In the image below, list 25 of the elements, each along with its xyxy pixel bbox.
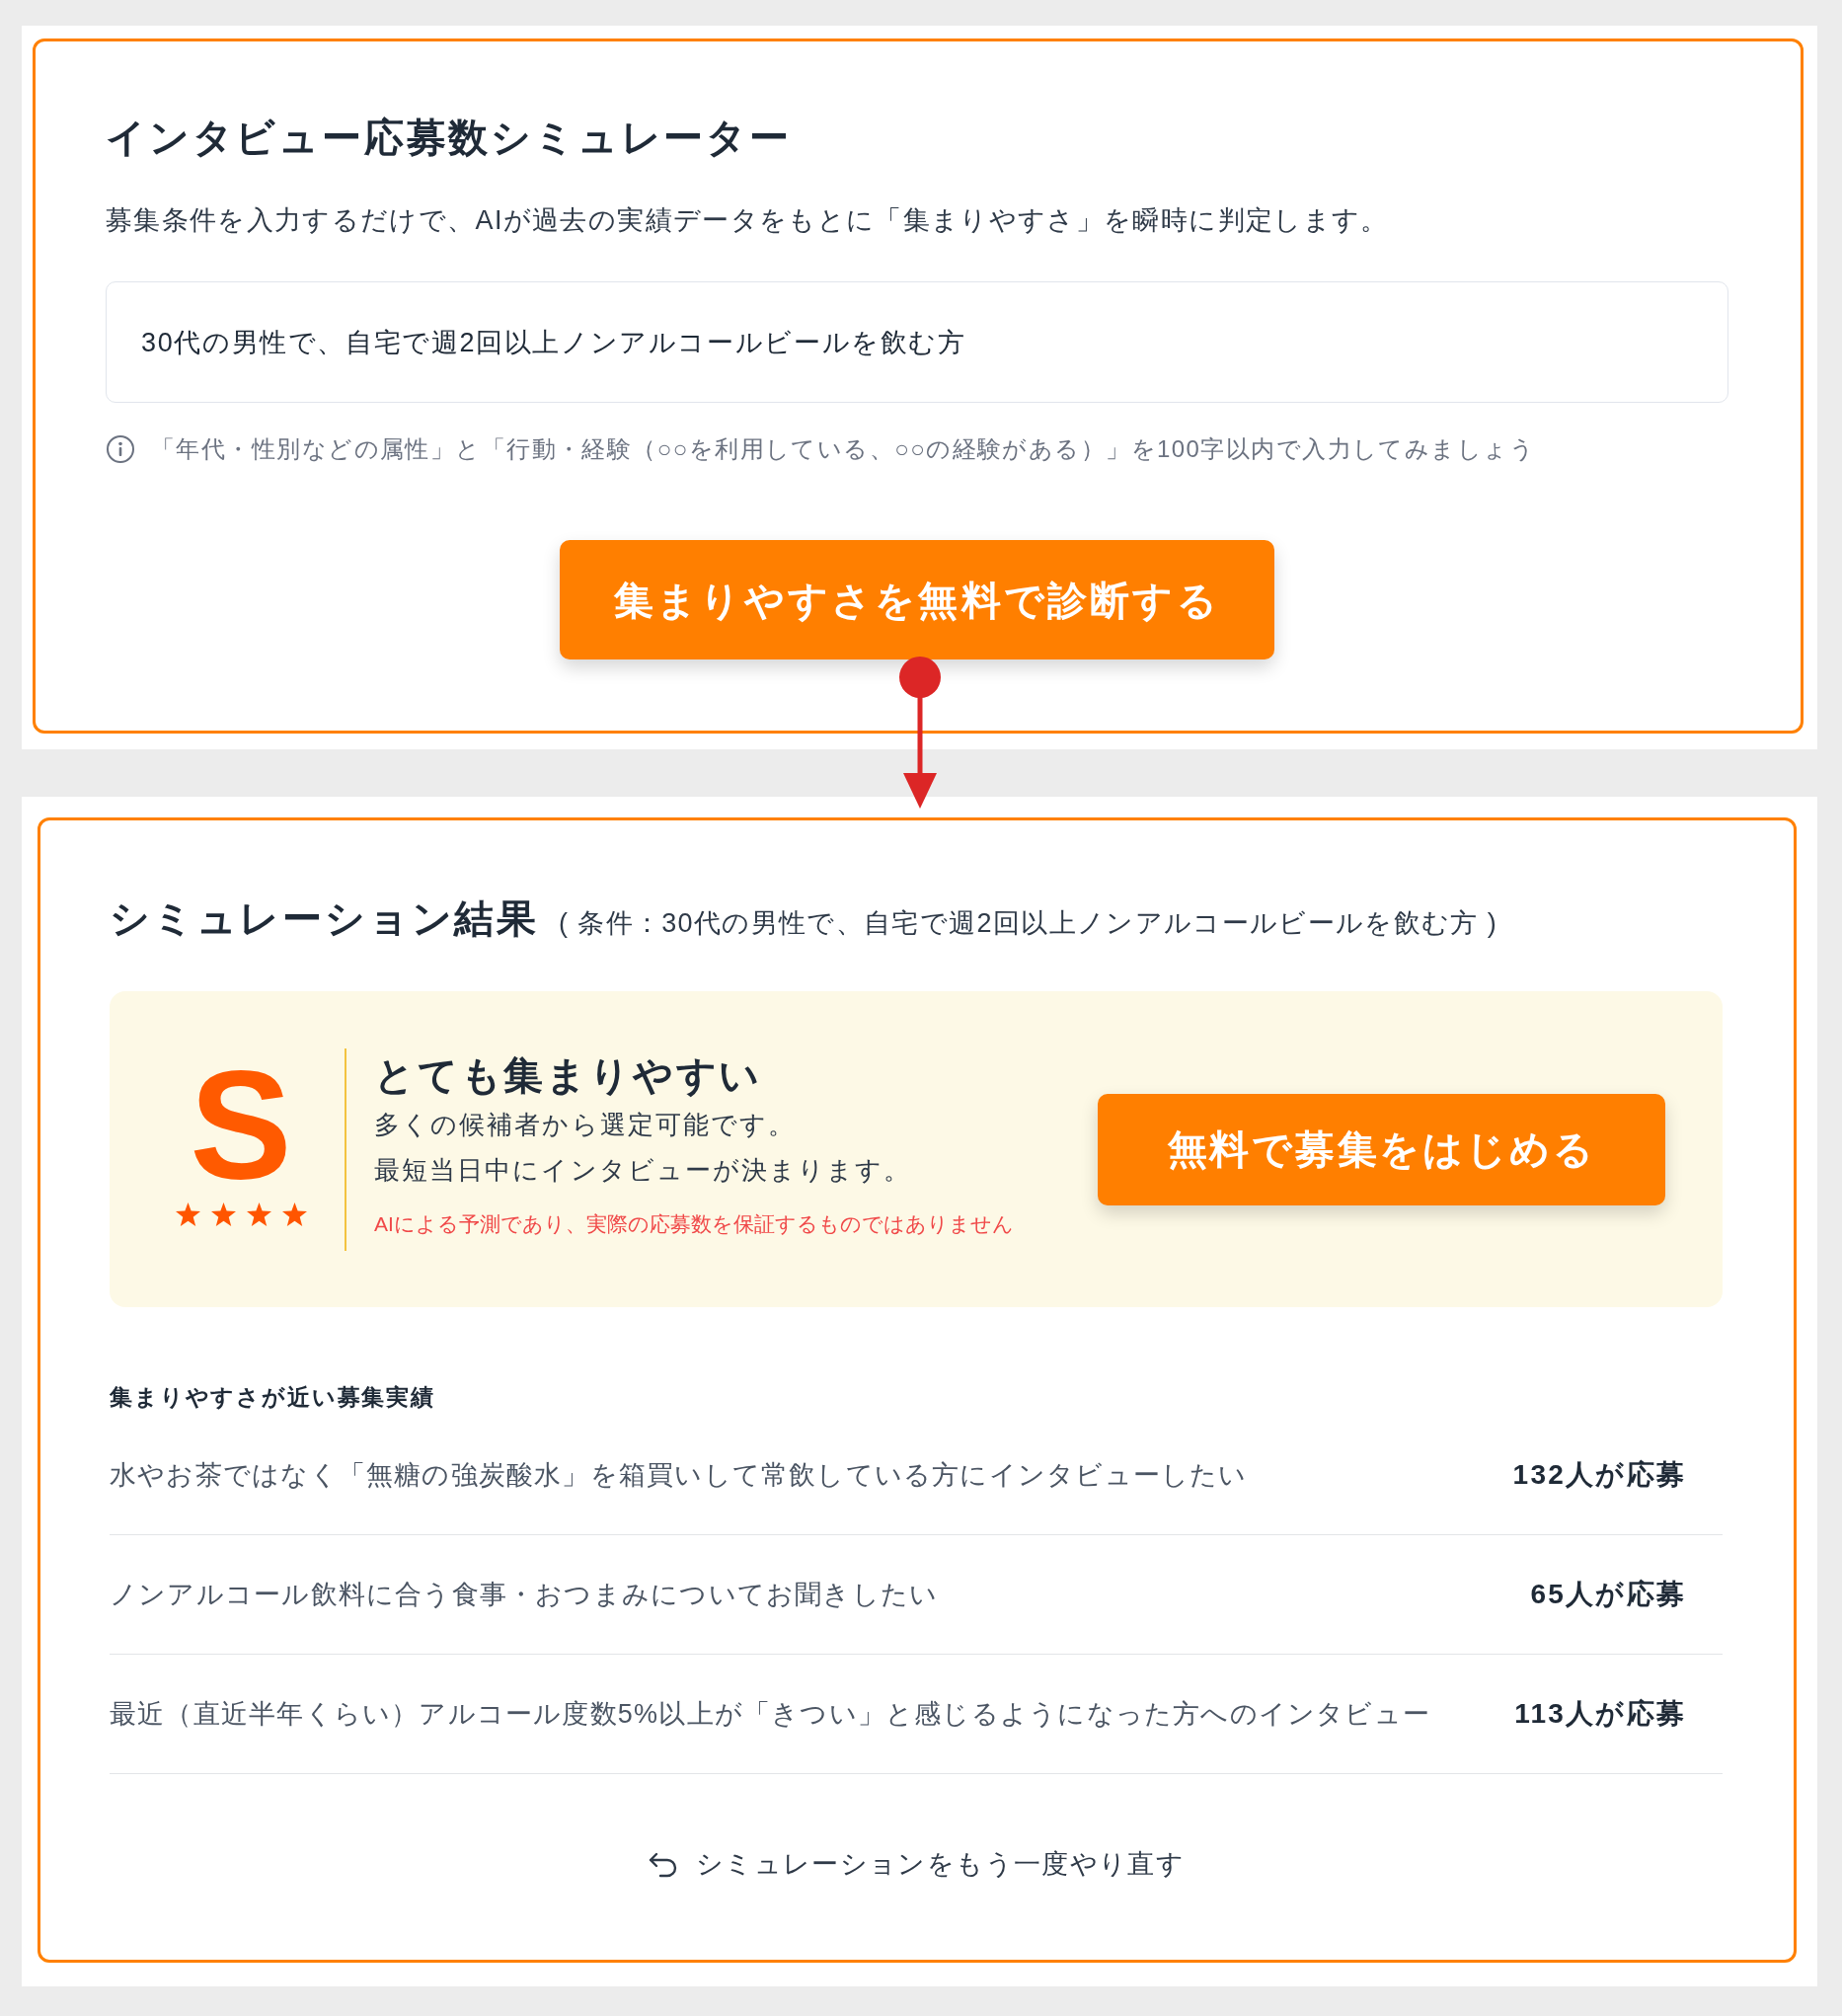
- star-icon: [281, 1202, 307, 1226]
- info-icon: [106, 433, 135, 464]
- star-icon: [246, 1202, 271, 1226]
- input-hint: 「年代・性別などの属性」と「行動・経験（○○を利用している、○○の経験がある）」を100字以内で入力してみましょう: [151, 434, 1536, 464]
- simulator-description: 募集条件を入力するだけで、AIが過去の実績データをもとに「集まりやすさ」を瞬時に判定します。: [106, 204, 1390, 237]
- recruitment-title: 水やお茶ではなく「無糖の強炭酸水」を箱買いして常飲している方にインタビューしたい: [110, 1458, 1248, 1492]
- prediction-disclaimer: AIによる予測であり、実際の応募数を保証するものではありません: [374, 1211, 1014, 1237]
- rating-grade: S: [190, 1065, 292, 1185]
- result-condition: ( 条件：30代の男性で、自宅で週2回以上ノンアルコールビールを飲む方 ): [559, 907, 1497, 940]
- rating-description: 多くの候補者から選定可能です。: [374, 1109, 798, 1141]
- applicant-count: 113人が応募: [1514, 1697, 1686, 1731]
- recruitment-title: ノンアルコール飲料に合う食事・おつまみについてお聞きしたい: [110, 1578, 939, 1611]
- undo-icon: [648, 1850, 678, 1878]
- similar-results-heading: 集まりやすさが近い募集実績: [110, 1383, 436, 1412]
- applicant-count: 132人が応募: [1512, 1458, 1686, 1492]
- star-icon: [175, 1202, 200, 1226]
- simulator-title: インタビュー応募数シミュレーター: [106, 115, 793, 161]
- star-icon: [210, 1202, 236, 1226]
- retry-link[interactable]: シミュレーションをもう一度やり直す: [648, 1844, 1185, 1884]
- rating-description: 最短当日中にインタビューが決まります。: [374, 1154, 913, 1187]
- recruitment-title: 最近（直近半年くらい）アルコール度数5%以上が「きつい」と感じるようになった方へのインタビュー: [110, 1697, 1431, 1731]
- result-title: シミュレーション結果: [110, 895, 539, 942]
- rating-headline: とても集まりやすい: [374, 1052, 764, 1099]
- applicant-count: 65人が応募: [1530, 1578, 1686, 1611]
- condition-field[interactable]: 30代の男性で、自宅で週2回以上ノンアルコールビールを飲む方: [106, 281, 1728, 403]
